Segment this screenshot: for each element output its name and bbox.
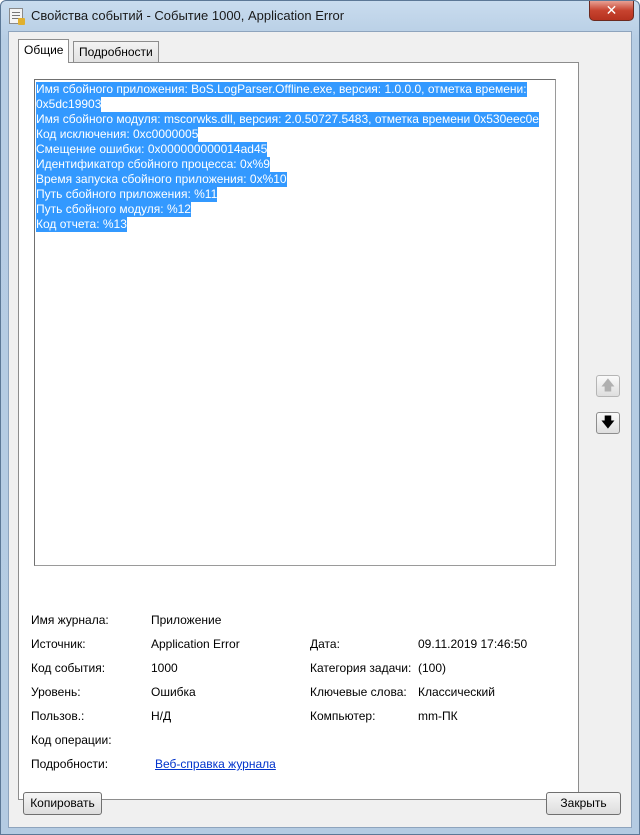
- window-title: Свойства событий - Событие 1000, Applica…: [31, 8, 345, 23]
- event-log-online-help-link[interactable]: Веб-справка журнала: [155, 757, 276, 771]
- description-line: Смещение ошибки: 0x000000000014ad45: [36, 142, 268, 157]
- computer-label: Компьютер:: [310, 709, 376, 723]
- tab-general[interactable]: Общие: [18, 39, 70, 63]
- source-value: Application Error: [151, 637, 240, 651]
- event-description-textbox[interactable]: Имя сбойного приложения: BoS.LogParser.O…: [34, 79, 556, 566]
- user-label: Пользов.:: [31, 709, 85, 723]
- event-viewer-icon: [9, 8, 25, 25]
- task-category-label: Категория задачи:: [310, 661, 412, 675]
- keywords-label: Ключевые слова:: [310, 685, 407, 699]
- description-line: Код отчета: %13: [36, 217, 127, 232]
- date-value: 09.11.2019 17:46:50: [418, 637, 528, 651]
- description-line: Путь сбойного модуля: %12: [36, 202, 191, 217]
- computer-value: mm-ПК: [418, 709, 458, 723]
- event-id-value: 1000: [151, 661, 178, 675]
- description-line: Время запуска сбойного приложения: 0x%10: [36, 172, 287, 187]
- description-line: Путь сбойного приложения: %11: [36, 187, 218, 202]
- task-category-value: (100): [418, 661, 447, 675]
- more-info-label: Подробности:: [31, 757, 109, 771]
- description-line: Имя сбойного модуля: mscorwks.dll, верси…: [36, 112, 539, 127]
- arrow-down-icon: 🡇: [600, 414, 616, 430]
- keywords-value: Классический: [418, 685, 495, 699]
- tab-details[interactable]: Подробности: [73, 41, 159, 63]
- source-label: Источник:: [31, 637, 86, 651]
- log-name-value: Приложение: [151, 613, 222, 627]
- event-id-label: Код события:: [31, 661, 106, 675]
- close-window-button[interactable]: ✕: [589, 1, 634, 21]
- level-label: Уровень:: [31, 685, 81, 699]
- level-value: Ошибка: [151, 685, 196, 699]
- dialog-client-area: Общие Подробности Имя сбойного приложени…: [8, 31, 632, 828]
- log-name-label: Имя журнала:: [31, 613, 109, 627]
- description-line: Код исключения: 0xc0000005: [36, 127, 199, 142]
- description-line: Имя сбойного приложения: BoS.LogParser.O…: [36, 82, 527, 97]
- date-label: Дата:: [310, 637, 340, 651]
- next-event-button[interactable]: 🡇: [596, 412, 620, 434]
- description-line: 0x5dc19903: [36, 97, 102, 112]
- copy-button[interactable]: Копировать: [23, 792, 102, 815]
- close-button[interactable]: Закрыть: [546, 792, 621, 815]
- user-value: Н/Д: [151, 709, 172, 723]
- previous-event-button[interactable]: 🡅: [596, 375, 620, 397]
- arrow-up-icon: 🡅: [600, 377, 616, 393]
- event-properties-window: Свойства событий - Событие 1000, Applica…: [0, 0, 640, 835]
- opcode-label: Код операции:: [31, 733, 112, 747]
- title-bar[interactable]: Свойства событий - Событие 1000, Applica…: [1, 1, 639, 31]
- general-tab-panel: Имя сбойного приложения: BoS.LogParser.O…: [18, 62, 579, 800]
- description-line: Идентификатор сбойного процесса: 0x%9: [36, 157, 270, 172]
